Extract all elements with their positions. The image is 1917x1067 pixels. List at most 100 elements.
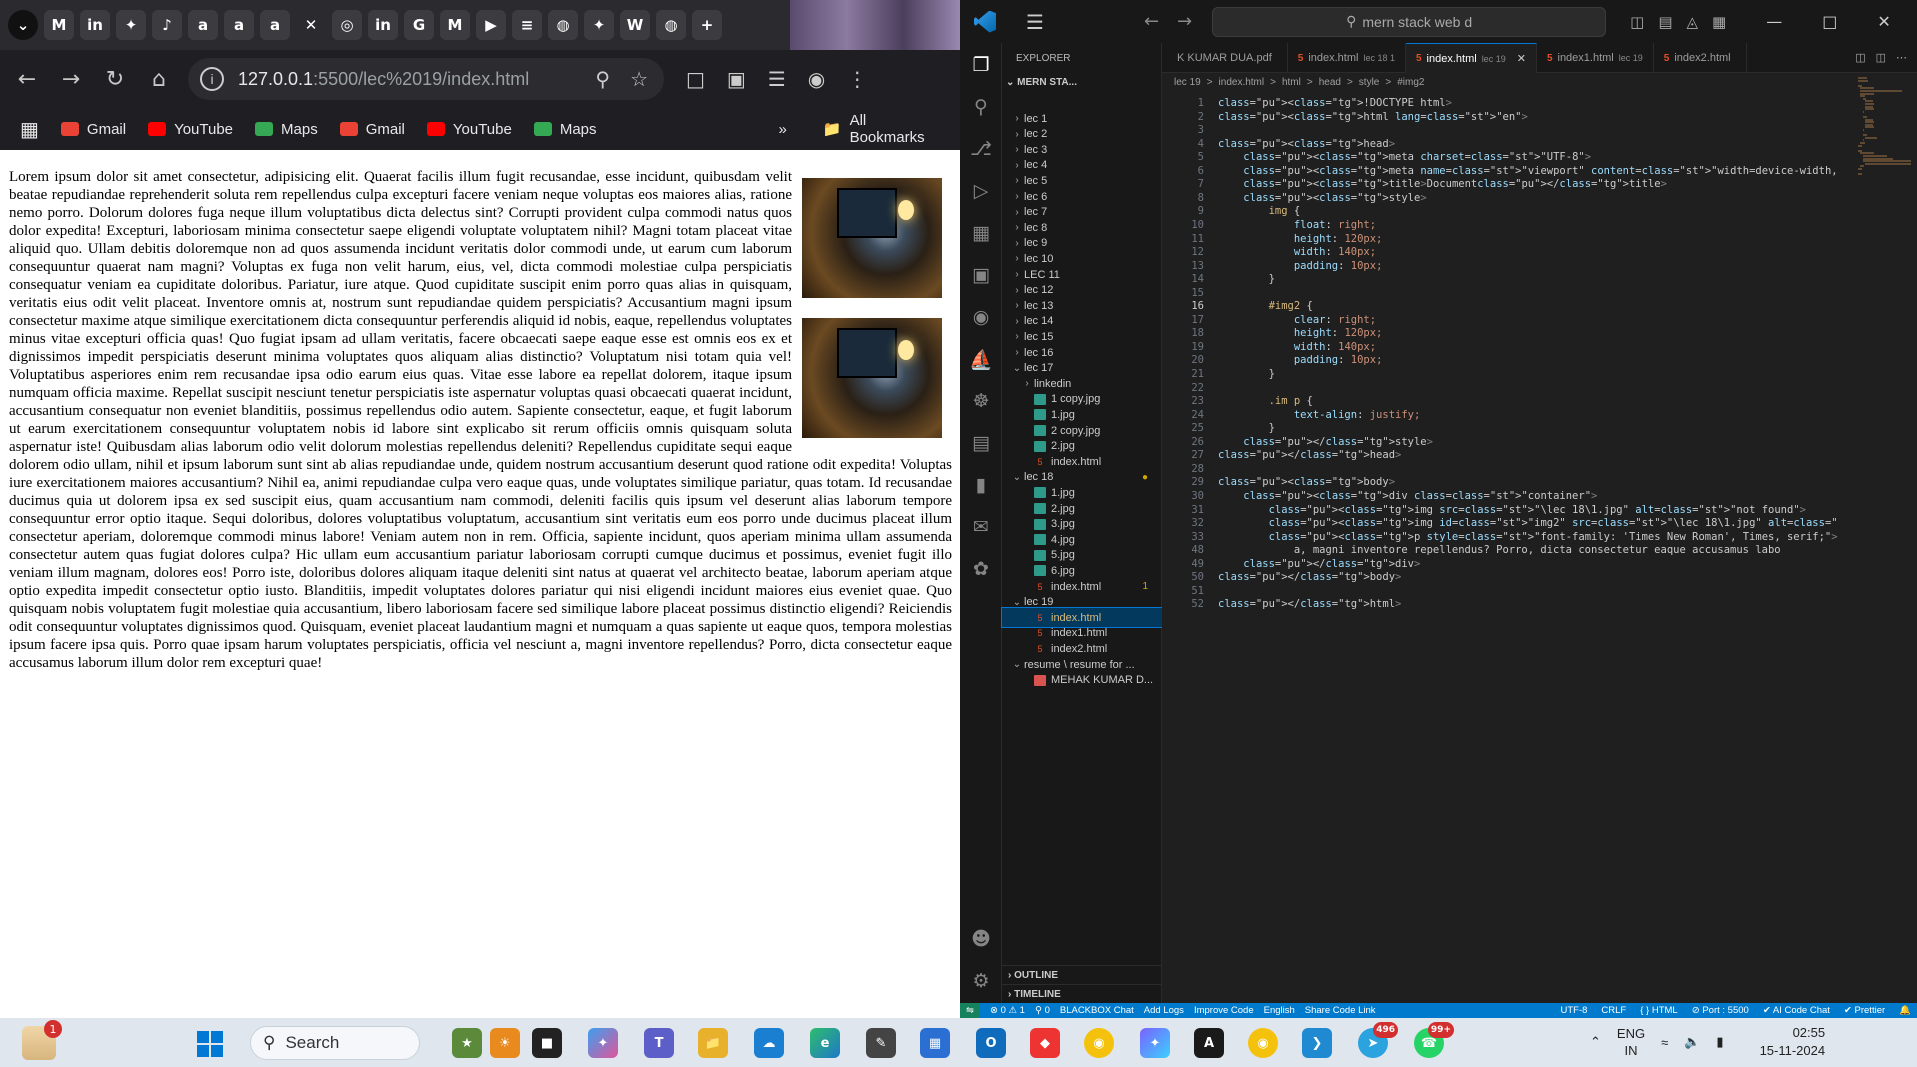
browser-tab-forms-icon[interactable]: ≡ [512, 10, 542, 40]
problems-status[interactable]: ⊗ 0 ⚠ 1 [990, 1005, 1025, 1016]
python-icon[interactable]: ☸ [969, 389, 993, 413]
mongodb-icon[interactable]: ✿ [969, 557, 993, 581]
taskbar-app-outlook[interactable]: O [976, 1028, 1006, 1058]
nav-back-icon[interactable]: ← [1144, 11, 1159, 32]
reload-icon[interactable]: ↻ [98, 62, 132, 96]
settings-gear-icon[interactable]: ⚙ [969, 969, 993, 993]
clock[interactable]: 02:55 15-11-2024 [1760, 1024, 1826, 1060]
back-icon[interactable]: ← [10, 62, 44, 96]
address-bar[interactable]: i 127.0.0.1:5500/lec%2019/index.html ⚲ ☆ [188, 58, 664, 100]
extensions-icon[interactable]: □ [686, 67, 705, 91]
minimap[interactable] [1858, 77, 1917, 197]
editor-tab[interactable]: K KUMAR DUA.pdf [1162, 43, 1288, 73]
browser-tab-chatgpt-icon[interactable]: ✦ [116, 10, 146, 40]
browser-tab-globe-icon[interactable]: ◍ [548, 10, 578, 40]
taskbar-app-file-explorer[interactable]: 📁 [698, 1028, 728, 1058]
blackbox-chat-status[interactable]: BLACKBOX Chat [1060, 1005, 1134, 1016]
tray-overflow-icon[interactable]: ⌃ [1590, 1034, 1601, 1050]
browser-tab-a-icon[interactable]: a [224, 10, 254, 40]
taskbar-app-taskview[interactable]: ■ [532, 1028, 562, 1058]
breadcrumb-item[interactable]: index.html [1219, 77, 1265, 88]
source-control-icon[interactable]: ⎇ [969, 137, 993, 161]
editor-tab[interactable]: 5 index.html lec 19 ✕ [1405, 43, 1537, 73]
workspace-root[interactable]: ⌄ MERN STA... [1006, 77, 1077, 88]
share-code-status[interactable]: Share Code Link [1305, 1005, 1376, 1016]
browser-tab-in-icon[interactable]: in [80, 10, 110, 40]
browser-tab-in-icon[interactable]: in [368, 10, 398, 40]
close-tab-icon[interactable]: ✕ [1517, 52, 1526, 65]
docker-icon[interactable]: ⛵ [969, 347, 993, 371]
taskbar-app-telegram[interactable]: ➤ 496 [1358, 1022, 1398, 1058]
taskbar-app-whatsapp[interactable]: ☎ 99+ [1414, 1022, 1454, 1058]
volume-icon[interactable]: 🔈 [1684, 1034, 1700, 1050]
customize-layout-icon[interactable]: ▦ [1712, 13, 1726, 31]
bookmark-youtube[interactable]: YouTube [148, 121, 233, 138]
taskbar-app-lamp[interactable]: ☀ [490, 1028, 520, 1058]
taskbar-app-vscode[interactable]: ❯ [1302, 1028, 1332, 1058]
code-line[interactable]: class="pu"></class="tg">html> [1218, 596, 1838, 613]
browser-tab-W-icon[interactable]: W [620, 10, 650, 40]
live-server-port-status[interactable]: ⊘ Port : 5500 [1692, 1005, 1749, 1016]
remote-indicator-icon[interactable]: ⇋ [960, 1003, 980, 1018]
more-actions-icon[interactable]: ⋯ [1896, 51, 1907, 64]
all-bookmarks-button[interactable]: 📁 All Bookmarks [823, 112, 938, 146]
ports-status[interactable]: ⚲ 0 [1035, 1005, 1050, 1016]
browser-tab-+-icon[interactable]: + [692, 10, 722, 40]
site-info-icon[interactable]: i [200, 67, 224, 91]
breadcrumb-item[interactable]: html [1282, 77, 1301, 88]
browser-tab-M-icon[interactable]: M [440, 10, 470, 40]
bookmark-youtube[interactable]: YouTube [426, 121, 512, 138]
hamburger-menu-icon[interactable]: ☰ [1026, 10, 1044, 34]
start-button[interactable] [197, 1031, 223, 1057]
breadcrumb-item[interactable]: lec 19 [1174, 77, 1201, 88]
breadcrumb-item[interactable]: style [1359, 77, 1380, 88]
editor-tab[interactable]: 5 index1.html lec 19 [1537, 43, 1654, 73]
screenshot-icon[interactable]: ▣ [727, 67, 746, 91]
maximize-icon[interactable]: □ [1822, 12, 1837, 31]
taskbar-app-office[interactable]: ◆ [1030, 1028, 1060, 1058]
browser-tab-audio-icon[interactable]: ♪ [152, 10, 182, 40]
run-debug-icon[interactable]: ▷ [969, 179, 993, 203]
browser-tab-a-icon[interactable]: a [260, 10, 290, 40]
bookmarks-overflow-icon[interactable]: » [779, 121, 787, 138]
zoom-icon[interactable]: ⚲ [595, 67, 610, 92]
editor-tab[interactable]: 5 index.html lec 18 1 [1288, 43, 1406, 73]
language-status[interactable]: { } HTML [1640, 1005, 1678, 1016]
breadcrumb-item[interactable]: #img2 [1397, 77, 1424, 88]
split-editor-icon[interactable]: ◫ [1876, 51, 1886, 64]
browser-tab-chatgpt-icon[interactable]: ✦ [584, 10, 614, 40]
improve-code-status[interactable]: Improve Code [1194, 1005, 1254, 1016]
code-line[interactable]: class="pu"></class="tg">body> [1218, 569, 1838, 586]
extensions-view-icon[interactable]: ▦ [969, 221, 993, 245]
add-logs-status[interactable]: Add Logs [1144, 1005, 1184, 1016]
bookmark-gmail[interactable]: Gmail [339, 121, 405, 138]
input-language[interactable]: ENG IN [1617, 1025, 1645, 1059]
browser-tab-close-icon[interactable]: ✕ [296, 10, 326, 40]
taskbar-app-store[interactable]: ▦ [920, 1028, 950, 1058]
timeline-section[interactable]: › TIMELINE [1002, 984, 1162, 1003]
browser-tab-a-icon[interactable]: a [188, 10, 218, 40]
panel-view-icon[interactable]: ▤ [969, 431, 993, 455]
taskbar-search[interactable]: ⚲ Search [250, 1026, 420, 1060]
blackbox-icon[interactable]: ◉ [969, 305, 993, 329]
taskbar-app-copilot-2[interactable]: ✦ [1140, 1028, 1170, 1058]
browser-tab-globe-icon[interactable]: ◍ [656, 10, 686, 40]
code-line[interactable]: } [1218, 271, 1838, 288]
taskbar-app-chrome-profile[interactable]: ◉ [1248, 1028, 1278, 1058]
encoding-status[interactable]: UTF-8 [1561, 1005, 1588, 1016]
profile-avatar[interactable]: ◉ [808, 67, 825, 91]
open-preview-icon[interactable]: ◫ [1855, 51, 1865, 64]
forward-icon[interactable]: → [54, 62, 88, 96]
outline-section[interactable]: › OUTLINE [1002, 965, 1162, 984]
home-icon[interactable]: ⌂ [142, 62, 176, 96]
menu-icon[interactable]: ⋮ [847, 67, 867, 91]
taskbar-app-weather[interactable]: ☁ [754, 1028, 784, 1058]
ai-code-chat-status[interactable]: ✔ AI Code Chat [1763, 1005, 1830, 1016]
media-controls-icon[interactable]: ☰ [768, 67, 786, 91]
search-view-icon[interactable]: ⚲ [969, 95, 993, 119]
editor-tab[interactable]: 5 index2.html [1654, 43, 1747, 73]
chat-icon[interactable]: ✉ [969, 515, 993, 539]
browser-tab-youtube-icon[interactable]: ▶ [476, 10, 506, 40]
weather-widget[interactable]: 1 [22, 1020, 62, 1060]
taskbar-app-chrome[interactable]: ◉ [1084, 1028, 1114, 1058]
